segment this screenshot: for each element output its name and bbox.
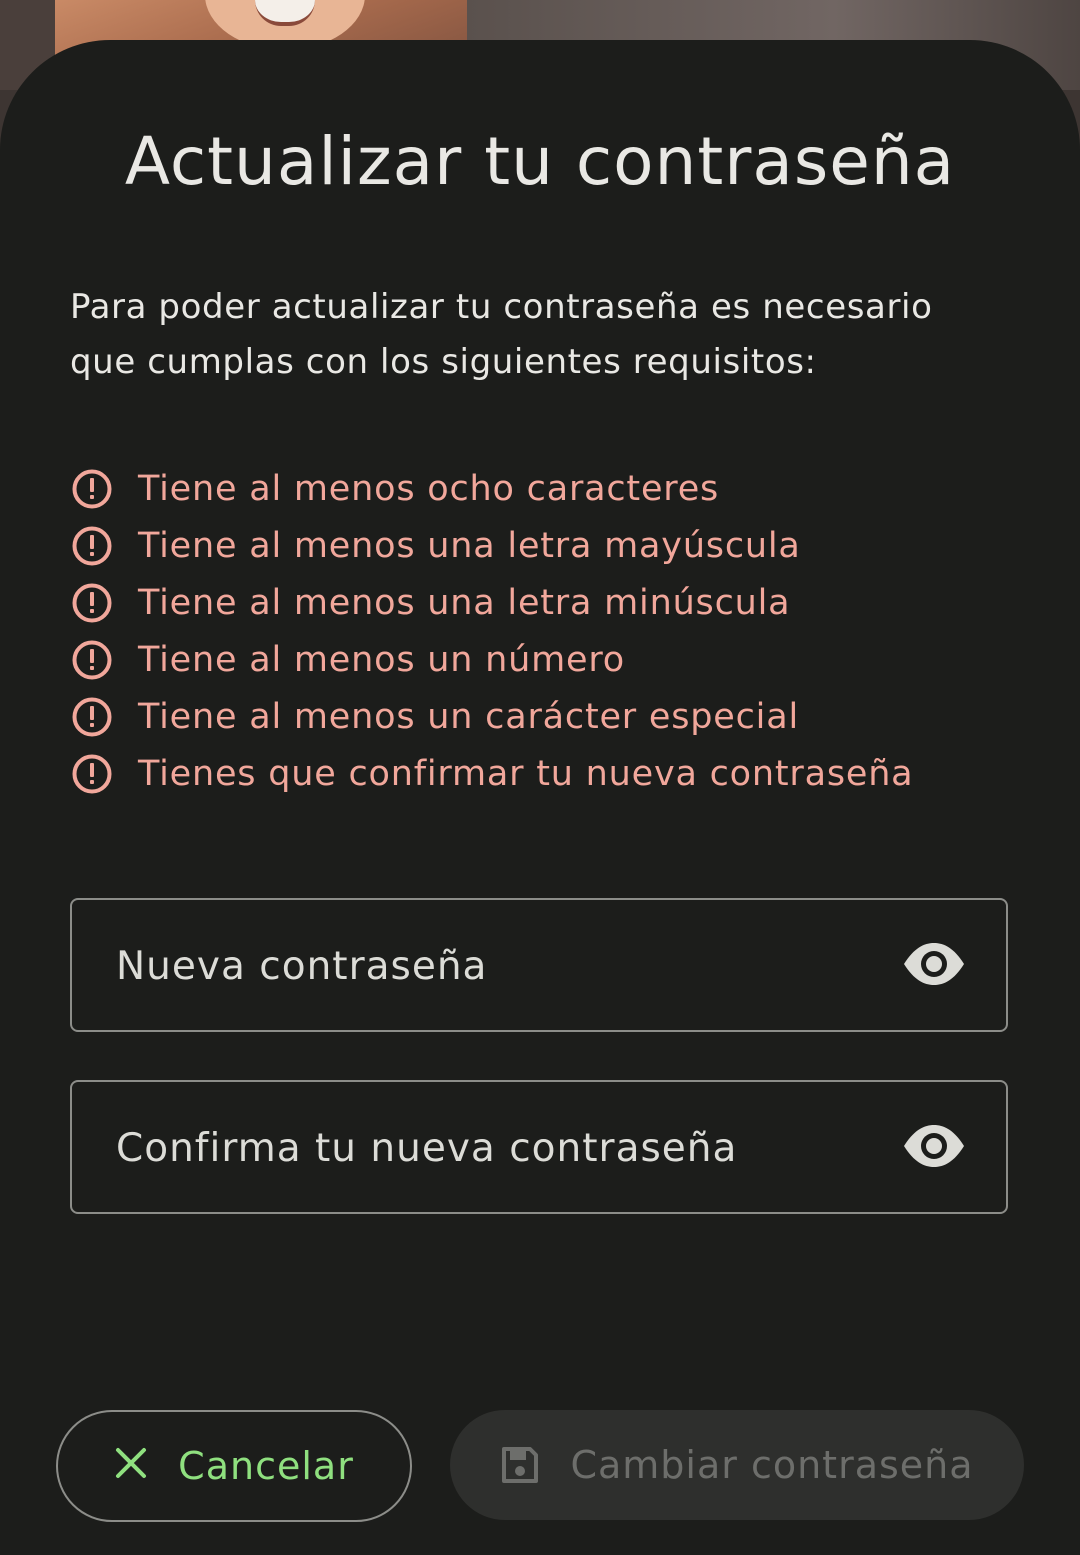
cancel-button[interactable]: Cancelar [56, 1410, 412, 1522]
confirm-password-input[interactable] [114, 1082, 878, 1214]
new-password-field [70, 898, 1008, 1032]
requirement-item: Tiene al menos una letra minúscula [72, 574, 1032, 631]
alert-circle-icon [72, 469, 112, 509]
alert-circle-icon [72, 583, 112, 623]
requirement-item: Tiene al menos un carácter especial [72, 688, 1032, 745]
eye-icon[interactable] [902, 1124, 966, 1168]
alert-circle-icon [72, 526, 112, 566]
save-icon [500, 1445, 540, 1485]
requirement-label: Tiene al menos una letra mayúscula [138, 525, 801, 566]
requirement-label: Tienes que confirmar tu nueva contraseña [138, 753, 914, 794]
alert-circle-icon [72, 640, 112, 680]
change-password-button[interactable]: Cambiar contraseña [450, 1410, 1024, 1520]
update-password-sheet: Actualizar tu contraseña Para poder actu… [0, 40, 1080, 1555]
requirement-item: Tiene al menos ocho caracteres [72, 460, 1032, 517]
new-password-input[interactable] [114, 900, 878, 1032]
cancel-button-label: Cancelar [178, 1444, 354, 1488]
eye-icon[interactable] [902, 942, 966, 986]
change-password-label: Cambiar contraseña [570, 1443, 974, 1487]
close-icon [114, 1444, 148, 1488]
confirm-password-field [70, 1080, 1008, 1214]
requirements-list: Tiene al menos ocho caracteres Tiene al … [72, 460, 1032, 802]
requirement-label: Tiene al menos ocho caracteres [138, 468, 720, 509]
requirements-intro: Para poder actualizar tu contraseña es n… [70, 287, 933, 382]
requirement-item: Tiene al menos una letra mayúscula [72, 517, 1032, 574]
requirement-label: Tiene al menos un número [138, 639, 625, 680]
alert-circle-icon [72, 754, 112, 794]
requirement-item: Tiene al menos un número [72, 631, 1032, 688]
sheet-title: Actualizar tu contraseña [124, 123, 956, 200]
requirement-label: Tiene al menos un carácter especial [138, 696, 799, 737]
requirement-label: Tiene al menos una letra minúscula [138, 582, 791, 623]
requirement-item: Tienes que confirmar tu nueva contraseña [72, 745, 1032, 802]
alert-circle-icon [72, 697, 112, 737]
